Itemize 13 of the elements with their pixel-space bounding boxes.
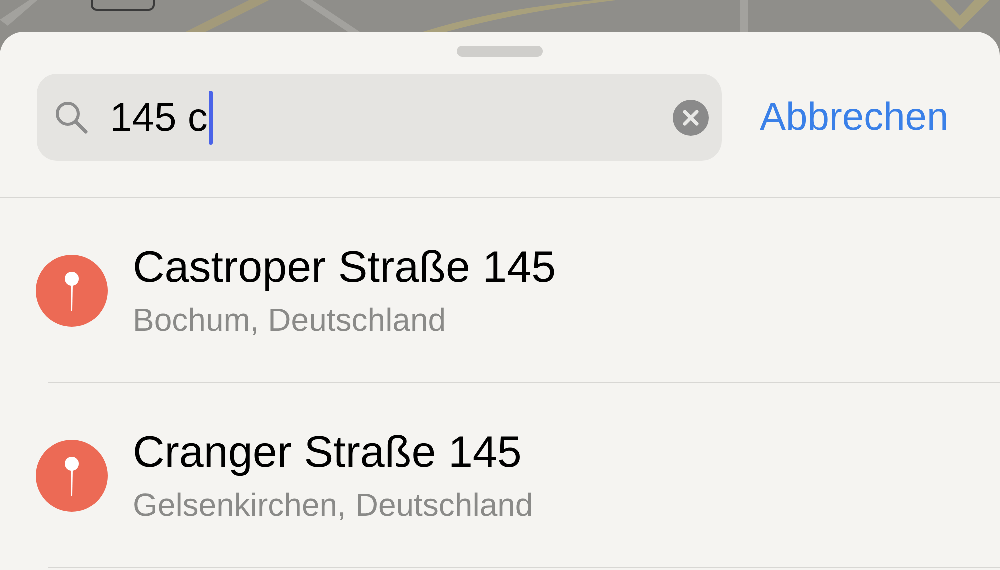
search-icon bbox=[55, 100, 89, 134]
result-subtitle: Gelsenkirchen, Deutschland bbox=[133, 488, 534, 520]
search-text: 145 c bbox=[110, 98, 208, 138]
clear-icon[interactable] bbox=[673, 100, 709, 136]
cancel-button[interactable]: Abbrechen bbox=[760, 98, 949, 137]
drag-handle[interactable] bbox=[457, 46, 543, 57]
pin-icon bbox=[36, 440, 108, 512]
search-field[interactable]: 145 c bbox=[37, 74, 722, 161]
pin-icon bbox=[36, 254, 108, 326]
result-title: Cranger Straße 145 bbox=[133, 430, 523, 474]
result-subtitle: Bochum, Deutschland bbox=[133, 304, 448, 336]
text-cursor bbox=[208, 90, 213, 144]
result-title: Castroper Straße 145 bbox=[133, 246, 556, 290]
